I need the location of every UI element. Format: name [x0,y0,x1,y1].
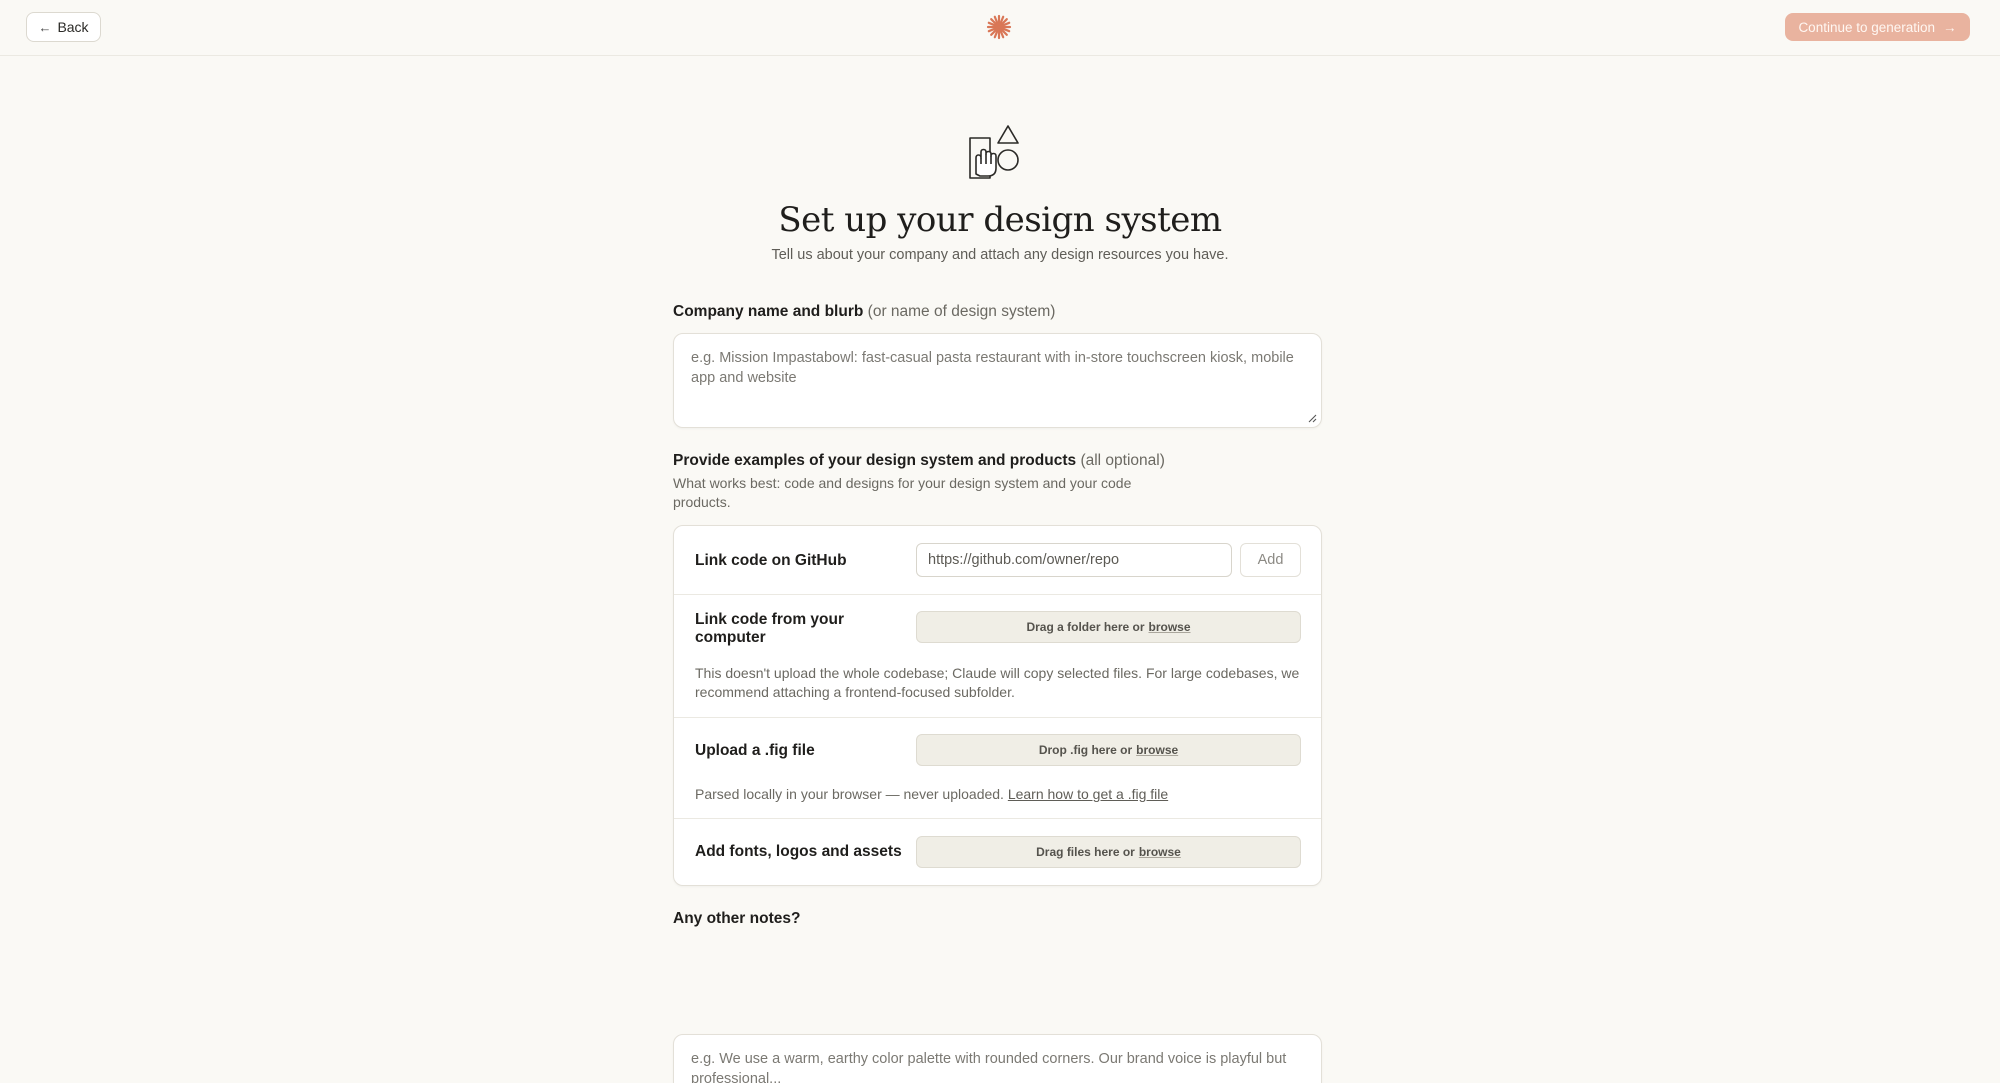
fig-upload-row: Upload a .fig file Drop .fig here or bro… [674,718,1321,819]
fig-note: Parsed locally in your browser — never u… [695,785,1305,804]
continue-button-label: Continue to generation [1798,19,1936,35]
fig-dropzone[interactable]: Drop .fig here or browse [916,734,1301,766]
company-field-label: Company name and blurb (or name of desig… [673,303,1322,321]
top-bar: ← Back Continue to generation → [0,0,2000,56]
fig-help-link[interactable]: Learn how to get a .fig file [1008,786,1168,802]
notes-label-text: Any other notes? [673,910,801,927]
assets-row: Add fonts, logos and assets Drag files h… [674,819,1321,885]
company-label-text: Company name and blurb [673,303,864,320]
page-subtitle: Tell us about your company and attach an… [771,247,1229,263]
fig-note-text: Parsed locally in your browser — never u… [695,786,1004,802]
github-add-button[interactable]: Add [1240,543,1301,577]
local-code-row: Link code from your computer Drag a fold… [674,595,1321,718]
shapes-hand-icon [969,125,1019,179]
back-button-label: Back [57,19,89,35]
examples-section-header: Provide examples of your design system a… [673,452,1322,512]
notes-textarea-wrapper [673,1034,1322,1083]
resize-grip-icon[interactable] [1307,413,1317,423]
assets-row-label: Add fonts, logos and assets [695,843,902,860]
fig-row-label: Upload a .fig file [695,742,815,759]
local-label-line2: computer [695,629,766,646]
page-title: Set up your design system [778,200,1222,240]
fig-dropzone-text: Drop .fig here or [1038,743,1133,757]
company-blurb-input[interactable] [674,334,1321,427]
resources-card: Link code on GitHub Add Link code from y… [673,525,1322,886]
fig-browse-link[interactable]: browse [1136,743,1178,757]
continue-to-generation-button[interactable]: Continue to generation → [1785,13,1970,41]
folder-browse-link[interactable]: browse [1149,620,1191,634]
local-note-line1: This doesn't upload the whole codebase; … [695,665,1300,681]
github-row-label: Link code on GitHub [695,552,847,569]
github-url-input[interactable] [916,543,1232,577]
folder-dropzone-text: Drag a folder here or [1026,620,1145,634]
local-label-line1: Link code from your [695,611,844,628]
examples-hint-line1: What works best: code and designs for yo… [673,475,1132,491]
folder-dropzone[interactable]: Drag a folder here or browse [916,611,1301,643]
examples-hint-line2: products. [673,494,731,510]
asterisk-logo-icon [986,14,1012,40]
examples-hint: What works best: code and designs for yo… [673,474,1322,512]
examples-label-text: Provide examples of your design system a… [673,452,1077,469]
assets-browse-link[interactable]: browse [1139,845,1181,859]
assets-dropzone-text: Drag files here or [1036,845,1135,859]
local-code-note: This doesn't upload the whole codebase; … [695,664,1305,702]
github-row: Link code on GitHub Add [674,526,1321,595]
arrow-left-icon: ← [38,19,52,35]
local-note-line2: recommend attaching a frontend-focused s… [695,684,1015,700]
local-code-row-label: Link code from your computer [695,611,844,647]
company-textarea-wrapper [673,333,1322,428]
back-button[interactable]: ← Back [26,12,101,42]
examples-label-muted: (all optional) [1080,452,1165,469]
assets-dropzone[interactable]: Drag files here or browse [916,836,1301,868]
notes-input[interactable] [674,1035,1321,1083]
arrow-right-icon: → [1943,19,1957,35]
notes-field-label: Any other notes? [673,910,1322,928]
company-label-muted: (or name of design system) [867,303,1056,320]
